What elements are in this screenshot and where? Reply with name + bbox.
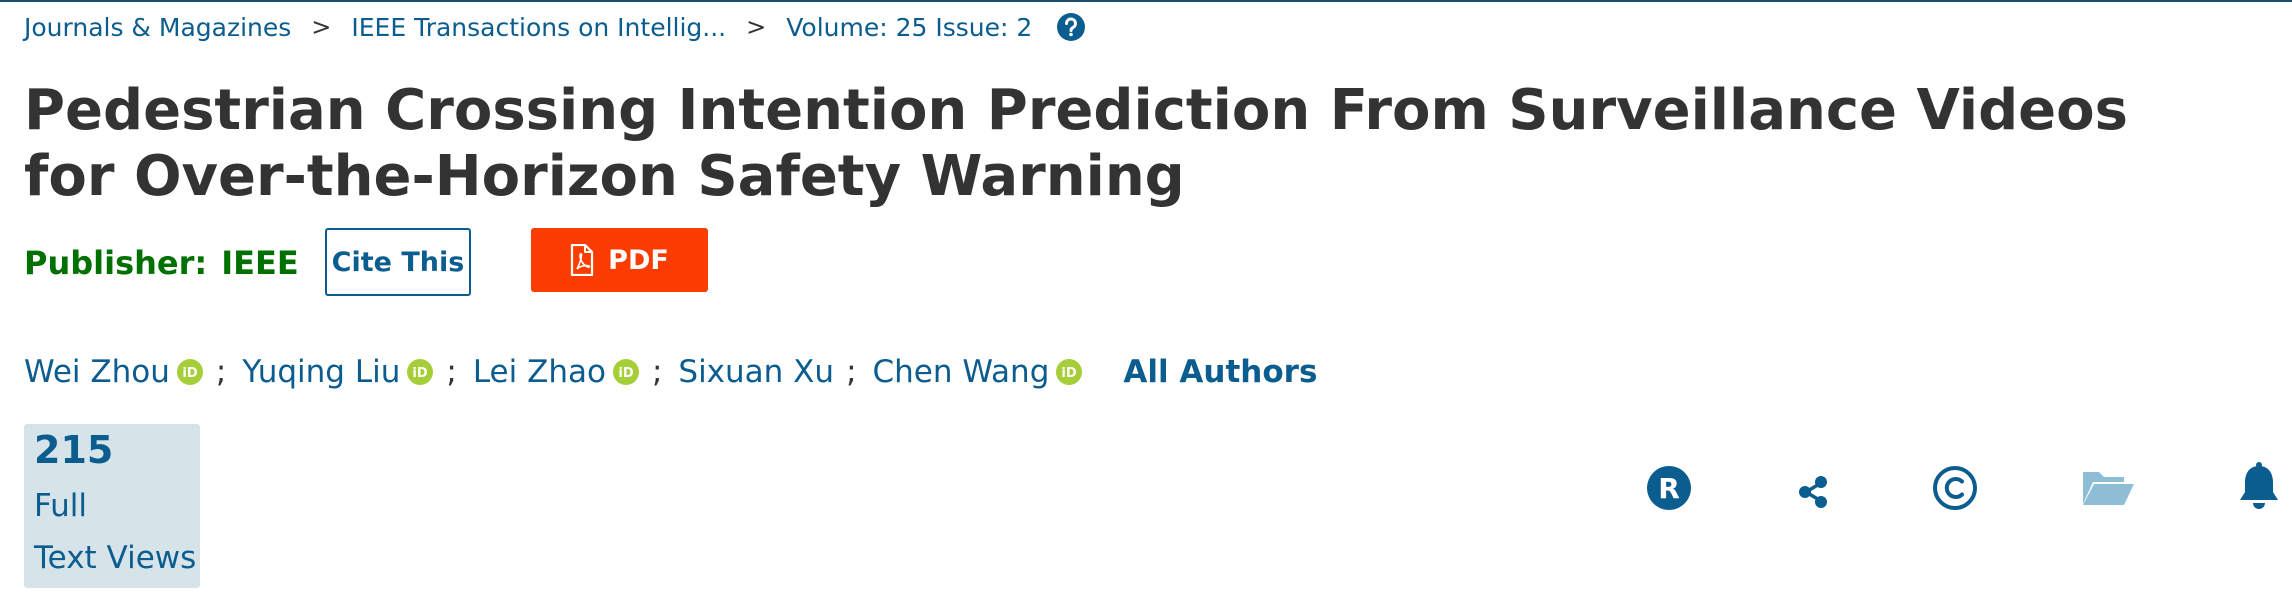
- breadcrumb-issue[interactable]: Volume: 25 Issue: 2: [786, 13, 1032, 42]
- pdf-file-icon: [571, 244, 594, 276]
- rights-permissions-icon[interactable]: R: [1641, 460, 1697, 516]
- page-title: Pedestrian Crossing Intention Prediction…: [24, 78, 2128, 209]
- publisher-label: Publisher:: [24, 244, 208, 282]
- author-link[interactable]: Lei Zhao iD: [473, 354, 640, 390]
- author-link[interactable]: Sixuan Xu: [678, 354, 834, 390]
- breadcrumb-journals[interactable]: Journals & Magazines: [24, 13, 291, 42]
- copyright-icon[interactable]: [1927, 460, 1983, 516]
- breadcrumb-separator: >: [746, 13, 767, 41]
- help-icon[interactable]: [1056, 12, 1086, 42]
- author-separator: ;: [846, 354, 857, 390]
- breadcrumb: Journals & Magazines > IEEE Transactions…: [24, 12, 1086, 42]
- author-name: Chen Wang: [872, 354, 1050, 390]
- publisher: Publisher: IEEE: [24, 244, 299, 282]
- metric-count: 215: [34, 428, 114, 472]
- author-list: Wei Zhou iD ; Yuqing Liu iD ; Lei Zhao i…: [24, 354, 1317, 390]
- folder-icon[interactable]: [2080, 460, 2136, 516]
- author-name: Yuqing Liu: [242, 354, 401, 390]
- all-authors-link[interactable]: All Authors: [1123, 354, 1317, 390]
- alert-bell-icon[interactable]: [2231, 460, 2287, 516]
- publisher-value: IEEE: [221, 244, 299, 282]
- metric-label-line1: Full: [34, 488, 88, 524]
- author-name: Sixuan Xu: [678, 354, 835, 390]
- author-separator: ;: [651, 354, 663, 390]
- author-name: Wei Zhou: [24, 354, 170, 390]
- metric-label-line2: Text Views: [34, 540, 197, 576]
- author-separator: ;: [446, 354, 457, 390]
- author-link[interactable]: Chen Wang iD: [873, 354, 1084, 390]
- svg-text:R: R: [1658, 472, 1680, 505]
- top-border: [0, 0, 2292, 2]
- author-separator: ;: [215, 354, 227, 390]
- orcid-icon[interactable]: iD: [1055, 358, 1083, 386]
- metric-label: Full Text Views: [34, 480, 204, 584]
- svg-text:iD: iD: [1062, 366, 1077, 381]
- orcid-icon[interactable]: iD: [176, 358, 204, 386]
- pdf-button[interactable]: PDF: [531, 228, 708, 292]
- svg-text:iD: iD: [618, 366, 633, 381]
- cite-this-button[interactable]: Cite This: [325, 228, 471, 296]
- orcid-icon[interactable]: iD: [612, 358, 640, 386]
- breadcrumb-publication[interactable]: IEEE Transactions on Intellig...: [351, 13, 726, 42]
- author-link[interactable]: Yuqing Liu iD: [242, 354, 434, 390]
- author-link[interactable]: Wei Zhou iD: [24, 354, 204, 390]
- svg-text:iD: iD: [182, 366, 197, 381]
- svg-text:iD: iD: [413, 366, 428, 381]
- share-icon[interactable]: [1785, 460, 1841, 516]
- orcid-icon[interactable]: iD: [406, 358, 434, 386]
- breadcrumb-separator: >: [311, 13, 332, 41]
- pdf-button-label: PDF: [608, 244, 669, 276]
- full-text-views-metric[interactable]: 215 Full Text Views: [24, 424, 200, 588]
- author-name: Lei Zhao: [472, 354, 606, 390]
